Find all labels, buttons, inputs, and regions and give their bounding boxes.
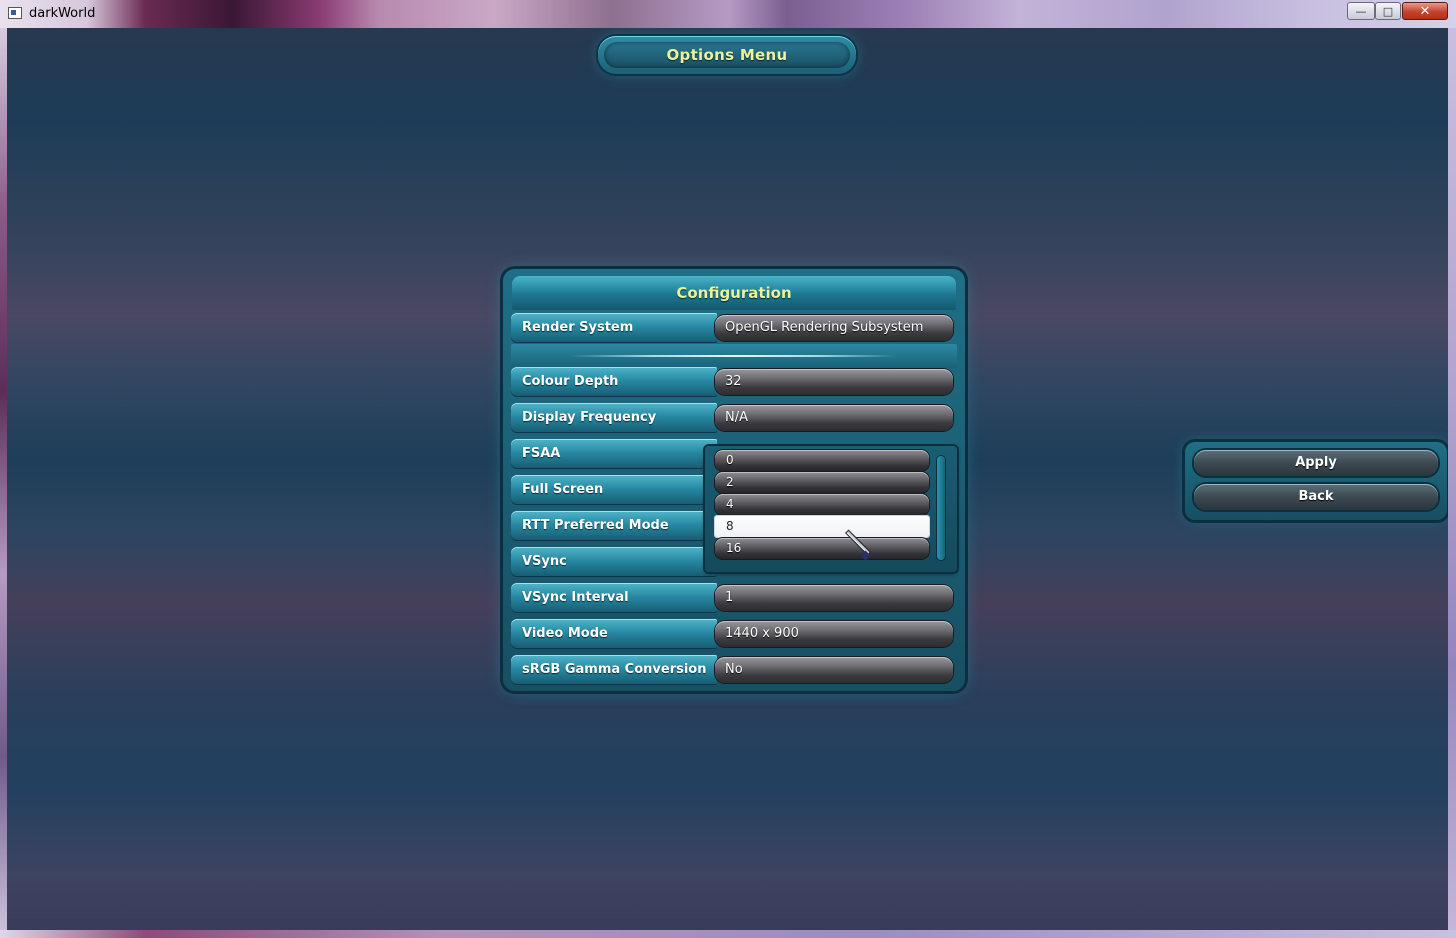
row-display-frequency: Display Frequency N/A [511, 403, 957, 433]
options-menu-plate-inner: Options Menu [604, 42, 850, 68]
fsaa-option[interactable]: 16 [715, 538, 929, 559]
fsaa-scrollbar[interactable] [937, 456, 945, 560]
window-frame-right [1448, 28, 1456, 938]
maximize-icon: □ [1382, 4, 1394, 18]
colour-depth-label: Colour Depth [511, 367, 717, 397]
window-frame-bottom [0, 930, 1456, 938]
game-viewport: Options Menu Configuration Render System… [7, 28, 1448, 930]
app-icon [8, 7, 22, 19]
row-srgb-gamma: sRGB Gamma Conversion No [511, 655, 957, 685]
fsaa-label: FSAA [511, 439, 717, 469]
fsaa-option[interactable]: 2 [715, 472, 929, 493]
row-video-mode: Video Mode 1440 x 900 [511, 619, 957, 649]
render-system-combobox[interactable]: OpenGL Rendering Subsystem [715, 315, 953, 341]
row-colour-depth: Colour Depth 32 [511, 367, 957, 397]
render-system-label: Render System [511, 313, 717, 343]
rtt-preferred-mode-label: RTT Preferred Mode [511, 511, 717, 541]
vsync-label: VSync [511, 547, 717, 577]
apply-button[interactable]: Apply [1194, 450, 1438, 476]
vsync-interval-combobox[interactable]: 1 [715, 585, 953, 611]
back-button[interactable]: Back [1194, 484, 1438, 510]
action-panel: Apply Back [1185, 442, 1447, 520]
minimize-button[interactable]: — [1347, 2, 1375, 20]
display-frequency-combobox[interactable]: N/A [715, 405, 953, 431]
row-render-system: Render System OpenGL Rendering Subsystem [511, 313, 957, 343]
display-frequency-label: Display Frequency [511, 403, 717, 433]
options-menu-plate: Options Menu [598, 36, 856, 74]
window-frame-left [0, 28, 7, 938]
fsaa-option[interactable]: 0 [715, 450, 929, 471]
colour-depth-combobox[interactable]: 32 [715, 369, 953, 395]
options-menu-title: Options Menu [666, 46, 788, 64]
close-icon: ✕ [1419, 3, 1431, 19]
video-mode-label: Video Mode [511, 619, 717, 649]
srgb-gamma-label: sRGB Gamma Conversion [511, 655, 717, 685]
fsaa-option[interactable]: 4 [715, 494, 929, 515]
vsync-interval-label: VSync Interval [511, 583, 717, 613]
window-titlebar[interactable]: darkWorld — □ ✕ [0, 0, 1456, 28]
fsaa-dropdown-list[interactable]: 0 2 4 8 16 [705, 446, 957, 572]
full-screen-label: Full Screen [511, 475, 717, 505]
maximize-button[interactable]: □ [1375, 2, 1401, 20]
minimize-icon: — [1355, 4, 1367, 18]
window-title: darkWorld [29, 6, 96, 21]
separator [511, 344, 957, 368]
video-mode-combobox[interactable]: 1440 x 900 [715, 621, 953, 647]
srgb-gamma-combobox[interactable]: No [715, 657, 953, 683]
close-button[interactable]: ✕ [1402, 2, 1448, 20]
row-vsync-interval: VSync Interval 1 [511, 583, 957, 613]
configuration-title: Configuration [512, 276, 956, 310]
fsaa-option-highlighted[interactable]: 8 [715, 516, 929, 537]
